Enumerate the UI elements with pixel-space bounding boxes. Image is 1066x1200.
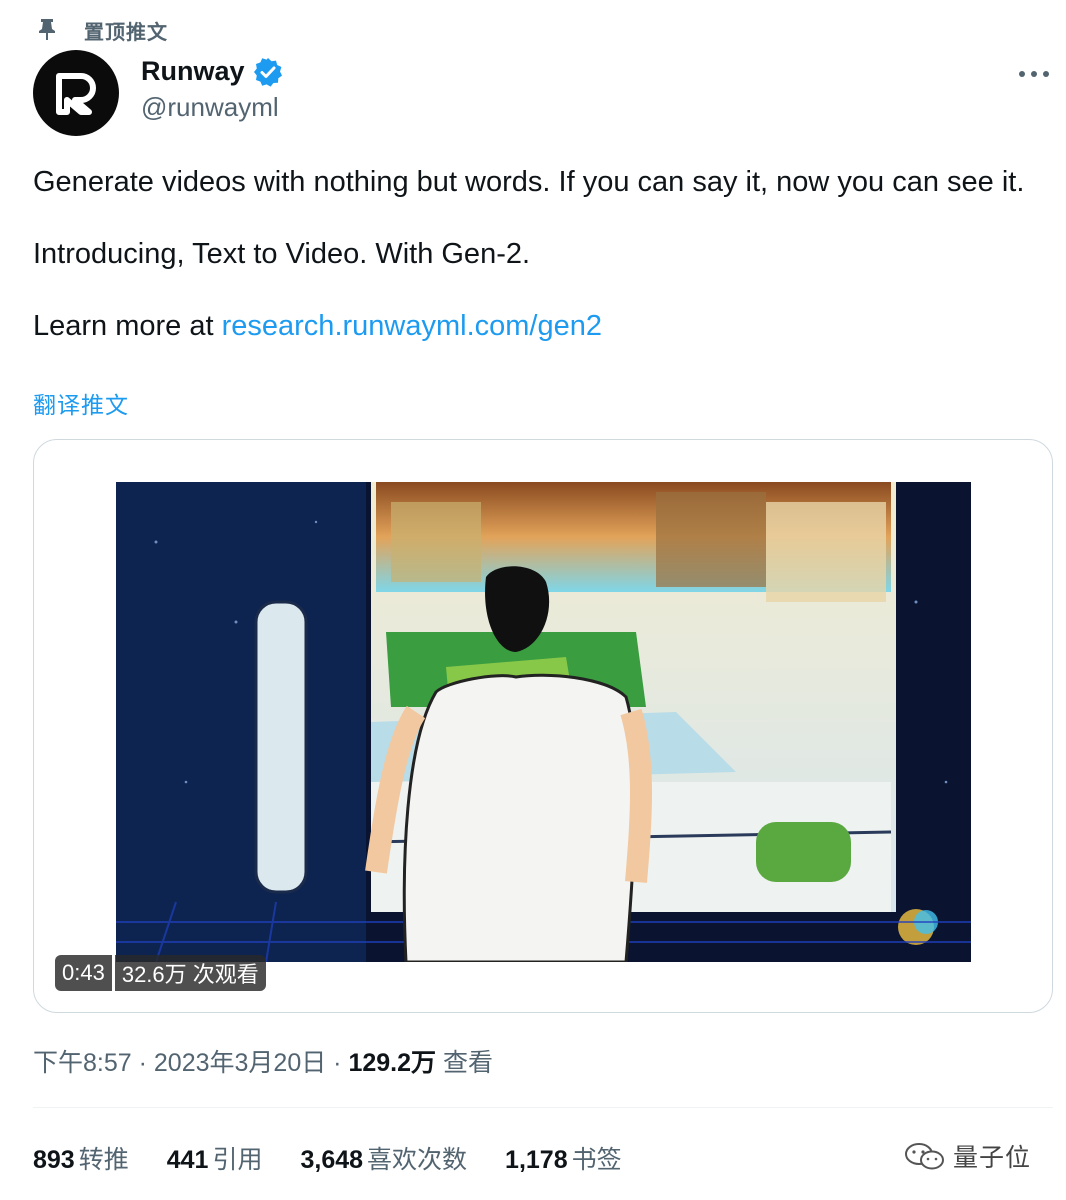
views-count: 129.2万 bbox=[348, 1049, 436, 1077]
tweet-line-3: Learn more at research.runwayml.com/gen2 bbox=[33, 308, 1033, 344]
stat-bookmarks[interactable]: 1,178 书签 bbox=[505, 1140, 622, 1176]
video-views: 32.6万 次观看 bbox=[114, 955, 266, 991]
avatar[interactable] bbox=[33, 50, 119, 136]
video-frame bbox=[116, 482, 971, 962]
pinned-indicator: 置顶推文 bbox=[36, 14, 167, 44]
video-card[interactable]: 0:43 32.6万 次观看 bbox=[33, 439, 1053, 1013]
pinned-label: 置顶推文 bbox=[84, 22, 168, 44]
tweet-date[interactable]: 2023年3月20日 bbox=[154, 1049, 326, 1077]
engagement-stats: 893 转推 441 引用 3,648 喜欢次数 1,178 书签 bbox=[33, 1140, 660, 1176]
tweet-text: Generate videos with nothing but words. … bbox=[33, 164, 1033, 344]
learn-more-prefix: Learn more at bbox=[33, 310, 222, 342]
stat-likes[interactable]: 3,648 喜欢次数 bbox=[300, 1140, 467, 1176]
tweet-line-2: Introducing, Text to Video. With Gen-2. bbox=[33, 238, 531, 270]
meta-separator: · bbox=[326, 1049, 349, 1077]
more-options-icon[interactable] bbox=[1016, 62, 1052, 86]
divider bbox=[33, 1107, 1053, 1108]
watermark: 量子位 bbox=[903, 1138, 1031, 1174]
runway-logo-icon bbox=[56, 73, 96, 115]
watermark-text: 量子位 bbox=[953, 1144, 1032, 1172]
views-label: 查看 bbox=[436, 1049, 493, 1077]
video-badge: 0:43 32.6万 次观看 bbox=[55, 955, 266, 991]
tweet-line-1: Generate videos with nothing but words. … bbox=[33, 166, 1025, 198]
pin-icon bbox=[39, 19, 55, 40]
stat-retweets[interactable]: 893 转推 bbox=[33, 1140, 129, 1176]
stat-quotes[interactable]: 441 引用 bbox=[167, 1140, 263, 1176]
tweet-time[interactable]: 下午8:57 bbox=[33, 1049, 132, 1077]
translate-tweet-link[interactable]: 翻译推文 bbox=[33, 386, 129, 420]
meta-separator: · bbox=[131, 1049, 154, 1077]
author-name[interactable]: Runway bbox=[141, 56, 245, 87]
video-duration: 0:43 bbox=[55, 955, 112, 991]
video-player[interactable] bbox=[116, 482, 971, 962]
tweet-meta: 下午8:57 · 2023年3月20日 · 129.2万 查看 bbox=[33, 1043, 493, 1079]
author-name-row[interactable]: Runway bbox=[141, 56, 283, 87]
wechat-icon bbox=[905, 1143, 944, 1170]
verified-badge-icon bbox=[253, 57, 282, 87]
gen2-link[interactable]: research.runwayml.com/gen2 bbox=[222, 310, 602, 342]
author-handle[interactable]: @runwayml bbox=[141, 92, 279, 123]
